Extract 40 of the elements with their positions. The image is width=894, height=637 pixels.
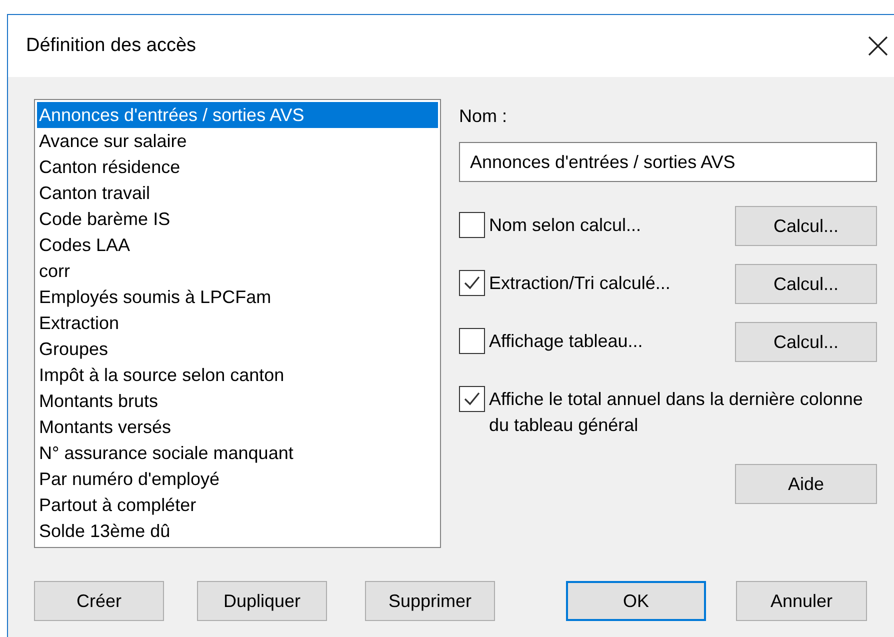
- checkbox[interactable]: [459, 386, 485, 412]
- checkmark-icon: [463, 390, 481, 408]
- list-item[interactable]: Employés soumis à LPCFam: [37, 284, 438, 310]
- dialog-button[interactable]: Calcul...: [735, 206, 877, 246]
- list-item[interactable]: Partout à compléter: [37, 492, 438, 518]
- list-item[interactable]: Extraction: [37, 310, 438, 336]
- list-item[interactable]: Par numéro d'employé: [37, 466, 438, 492]
- checkbox[interactable]: [459, 270, 485, 296]
- name-field[interactable]: Annonces d'entrées / sorties AVS: [459, 142, 877, 182]
- dialog-button[interactable]: Créer: [34, 581, 164, 621]
- list-item[interactable]: Canton travail: [37, 180, 438, 206]
- list-item[interactable]: Impôt à la source selon canton: [37, 362, 438, 388]
- checkbox[interactable]: [459, 212, 485, 238]
- list-item[interactable]: Canton résidence: [37, 154, 438, 180]
- window-title: Définition des accès: [26, 34, 196, 58]
- checkbox-label: Affichage tableau...: [489, 330, 643, 353]
- list-item[interactable]: N° assurance sociale manquant: [37, 440, 438, 466]
- list-item[interactable]: Montants bruts: [37, 388, 438, 414]
- dialog-button[interactable]: Dupliquer: [197, 581, 327, 621]
- name-label: Nom :: [459, 105, 508, 128]
- list-item[interactable]: Avance sur salaire: [37, 128, 438, 154]
- list-item[interactable]: Montants versés: [37, 414, 438, 440]
- list-item[interactable]: Solde 13ème dû: [37, 518, 438, 544]
- checkbox-label: Nom selon calcul...: [489, 214, 642, 237]
- close-icon[interactable]: [867, 35, 889, 57]
- list-item[interactable]: corr: [37, 258, 438, 284]
- checkbox[interactable]: [459, 328, 485, 354]
- dialog-button[interactable]: Annuler: [736, 581, 867, 621]
- list-item[interactable]: Code barème IS: [37, 206, 438, 232]
- list-item[interactable]: Annonces d'entrées / sorties AVS: [37, 102, 438, 128]
- dialog-button[interactable]: Aide: [735, 464, 877, 504]
- checkbox-label: Affiche le total annuel dans la dernière colonne du tableau général: [489, 388, 864, 437]
- ok-button[interactable]: OK: [566, 581, 706, 621]
- list-item[interactable]: Groupes: [37, 336, 438, 362]
- list-item[interactable]: Codes LAA: [37, 232, 438, 258]
- dialog-button[interactable]: Calcul...: [735, 264, 877, 304]
- checkmark-icon: [463, 274, 481, 292]
- dialog-button[interactable]: Supprimer: [365, 581, 495, 621]
- dialog-button[interactable]: Calcul...: [735, 322, 877, 362]
- checkbox-label: Extraction/Tri calculé...: [489, 272, 670, 295]
